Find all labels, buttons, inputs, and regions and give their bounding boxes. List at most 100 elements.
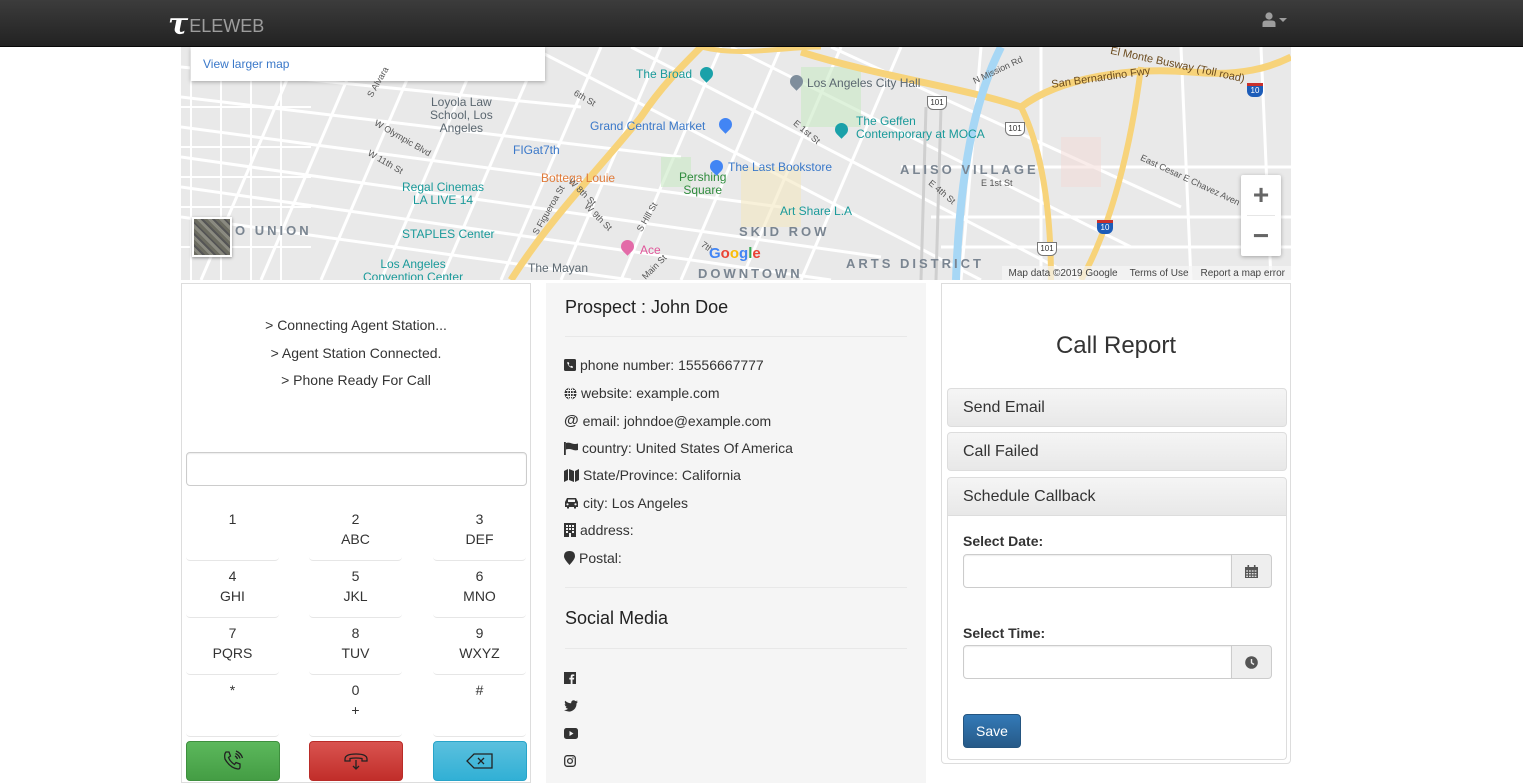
call-button[interactable] xyxy=(186,741,280,781)
map-label-aliso: ALISO VILLAGE xyxy=(900,162,1039,177)
interstate-10-shield: 10 xyxy=(1247,83,1263,97)
key-letters: + xyxy=(351,702,360,718)
map-label-last-bookstore: The Last Bookstore xyxy=(728,160,833,174)
map-label-geffen: The Geffen Contemporary at MOCA xyxy=(856,114,985,141)
terms-of-use-link[interactable]: Terms of Use xyxy=(1130,268,1189,279)
key-7[interactable]: 7 PQRS xyxy=(186,623,279,675)
key-0[interactable]: 0 + xyxy=(309,680,402,737)
date-input[interactable] xyxy=(963,554,1232,588)
map-label-skid-row: SKID ROW xyxy=(739,224,830,239)
key-6[interactable]: 6 MNO xyxy=(433,566,526,618)
facebook-icon[interactable] xyxy=(564,672,576,684)
key-3[interactable]: 3 DEF xyxy=(433,509,526,561)
info-row-city: city: Los Angeles xyxy=(564,495,688,511)
hang-up-button[interactable] xyxy=(309,741,403,781)
accordion-send-email[interactable]: Send Email xyxy=(947,388,1287,427)
divider xyxy=(565,587,907,588)
twitter-icon[interactable] xyxy=(564,700,578,712)
key-letters: DEF xyxy=(465,531,494,547)
brand-link[interactable]: τ ELEWEB xyxy=(168,10,264,40)
key-5[interactable]: 5 JKL xyxy=(309,566,402,618)
car-icon xyxy=(565,498,578,509)
prospect-title: Prospect : John Doe xyxy=(565,297,729,317)
map-label-pershing: Pershing Square xyxy=(679,170,727,197)
backspace-button[interactable] xyxy=(433,741,527,781)
instagram-icon[interactable] xyxy=(564,755,576,767)
map-label-grand-central: Grand Central Market xyxy=(590,119,706,133)
map-label-loyola: Loyola Law School, Los Angeles xyxy=(430,95,493,135)
map-label-broad: The Broad xyxy=(636,67,693,81)
divider xyxy=(565,336,907,337)
info-row-country: country: United States Of America xyxy=(564,440,793,456)
social-media-title: Social Media xyxy=(565,608,669,628)
time-input-group xyxy=(963,645,1272,679)
key-letters: ABC xyxy=(341,531,370,547)
phone-call-icon xyxy=(224,750,244,770)
info-text: State/Province: California xyxy=(583,467,741,483)
map-label-figat7th: FIGat7th xyxy=(513,143,560,157)
date-input-group xyxy=(963,554,1272,588)
key-star[interactable]: * xyxy=(186,680,279,737)
map-label-regal: Regal Cinemas LA LIVE 14 xyxy=(402,180,485,207)
key-1[interactable]: 1 xyxy=(186,509,279,561)
map-label-downtown: DOWNTOWN xyxy=(698,266,803,280)
key-letters: PQRS xyxy=(212,645,253,661)
key-letters: WXYZ xyxy=(459,645,500,661)
info-text: Postal: xyxy=(579,550,622,566)
map-zoom-control: + − xyxy=(1241,175,1281,256)
report-map-error-link[interactable]: Report a map error xyxy=(1201,268,1285,279)
info-row-phone: phone number: 15556667777 xyxy=(564,357,764,373)
map-icon xyxy=(564,468,579,482)
key-4[interactable]: 4 GHI xyxy=(186,566,279,618)
key-9[interactable]: 9 WXYZ xyxy=(433,623,526,675)
map-label-convention: Los Angeles Convention Center xyxy=(363,257,464,281)
key-digit: 8 xyxy=(351,625,360,641)
key-hash[interactable]: # xyxy=(433,680,526,737)
info-row-website: website: example.com xyxy=(564,385,720,401)
backspace-icon xyxy=(466,753,493,769)
time-input[interactable] xyxy=(963,645,1232,679)
key-digit: 3 xyxy=(475,511,484,527)
view-larger-map-link[interactable]: View larger map xyxy=(203,57,289,71)
user-menu-dropdown[interactable] xyxy=(1262,12,1287,27)
date-picker-button[interactable] xyxy=(1232,554,1272,588)
select-date-label: Select Date: xyxy=(963,533,1044,549)
status-line: > Agent Station Connected. xyxy=(270,344,442,361)
map-label-e-1st-st-east: E 1st St xyxy=(981,178,1013,188)
brand-text: ELEWEB xyxy=(189,16,265,36)
key-letters: GHI xyxy=(220,588,245,604)
zoom-out-button[interactable]: − xyxy=(1241,216,1281,256)
map-label-union: O UNION xyxy=(235,223,312,238)
map[interactable]: View larger map The Broad Los Angeles Ci… xyxy=(181,47,1291,280)
map-label-staples: STAPLES Center xyxy=(402,227,495,241)
save-button[interactable]: Save xyxy=(963,714,1021,748)
satellite-view-toggle[interactable] xyxy=(192,217,232,257)
key-digit: 0 xyxy=(351,682,360,698)
key-letters: JKL xyxy=(343,588,368,604)
map-label-mayan: The Mayan xyxy=(528,261,589,275)
zoom-in-button[interactable]: + xyxy=(1241,175,1281,215)
clock-icon xyxy=(1245,655,1258,669)
accordion-schedule-callback[interactable]: Schedule Callback xyxy=(947,477,1287,516)
time-picker-button[interactable] xyxy=(1232,645,1272,679)
youtube-icon[interactable] xyxy=(564,728,578,739)
phone-square-icon xyxy=(564,359,576,371)
map-label-city-hall: Los Angeles City Hall xyxy=(807,76,921,90)
key-digit: 6 xyxy=(475,568,484,584)
key-8[interactable]: 8 TUV xyxy=(309,623,402,675)
info-row-postal: Postal: xyxy=(564,550,622,566)
brand-logo: τ xyxy=(168,7,189,42)
key-digit: 1 xyxy=(228,511,237,527)
key-2[interactable]: 2 ABC xyxy=(309,509,402,561)
divider xyxy=(565,648,907,649)
key-digit: 9 xyxy=(475,625,484,641)
hang-up-icon xyxy=(344,753,368,770)
call-report-panel: Call Report Send Email Call Failed Sched… xyxy=(941,283,1291,764)
call-status-log: > Connecting Agent Station... > Agent St… xyxy=(182,312,530,395)
status-line: > Phone Ready For Call xyxy=(281,372,431,388)
info-text: city: Los Angeles xyxy=(583,495,689,511)
accordion-call-failed[interactable]: Call Failed xyxy=(947,432,1287,471)
flag-icon xyxy=(564,441,578,455)
dial-number-input[interactable] xyxy=(186,452,527,486)
info-text: country: United States Of America xyxy=(582,440,793,456)
